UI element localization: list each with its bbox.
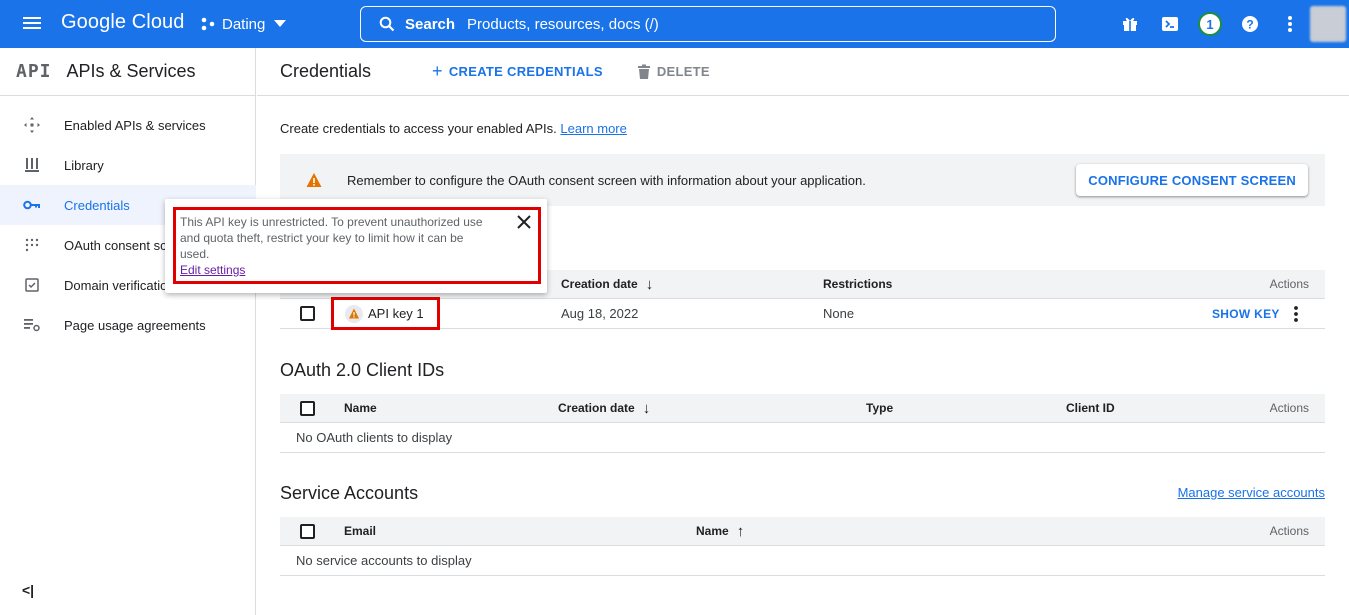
learn-more-link[interactable]: Learn more bbox=[560, 121, 626, 136]
main-content: Credentials + CREATE CREDENTIALS DELETE … bbox=[257, 48, 1349, 615]
column-header-label: Creation date bbox=[561, 277, 638, 291]
caret-down-icon bbox=[274, 20, 287, 27]
plus-icon: + bbox=[432, 61, 443, 81]
main-header: Credentials + CREATE CREDENTIALS DELETE bbox=[257, 48, 1349, 96]
create-credentials-button[interactable]: + CREATE CREDENTIALS bbox=[432, 61, 603, 82]
settings-list-icon bbox=[23, 316, 41, 334]
apps-icon bbox=[23, 116, 41, 134]
manage-service-accounts-link[interactable]: Manage service accounts bbox=[1178, 485, 1325, 500]
service-accounts-title: Service Accounts bbox=[280, 483, 419, 503]
arrow-down-icon: ↓ bbox=[642, 399, 651, 417]
svg-text:?: ? bbox=[1246, 18, 1253, 32]
library-icon bbox=[23, 156, 41, 174]
highlight-api-key bbox=[331, 297, 440, 330]
trash-icon bbox=[637, 64, 650, 79]
column-client-id: Client ID bbox=[1066, 401, 1115, 415]
sidebar-title: APIs & Services bbox=[66, 61, 196, 81]
creation-date-value: Aug 18, 2022 bbox=[561, 306, 639, 321]
top-bar: Google Cloud Dating Search 1 ? bbox=[0, 0, 1349, 48]
api-logo-icon: API bbox=[16, 61, 52, 82]
row-more-icon[interactable] bbox=[1293, 299, 1299, 328]
more-vert-icon[interactable] bbox=[1278, 12, 1302, 36]
show-key-button[interactable]: SHOW KEY bbox=[1212, 299, 1280, 328]
column-actions: Actions bbox=[1269, 401, 1309, 415]
oauth-icon bbox=[23, 236, 41, 254]
help-icon[interactable]: ? bbox=[1238, 12, 1262, 36]
intro-text: Create credentials to access your enable… bbox=[280, 121, 627, 136]
sort-name[interactable]: Name ↑ bbox=[696, 517, 744, 545]
configure-consent-screen-button[interactable]: CONFIGURE CONSENT SCREEN bbox=[1076, 164, 1308, 196]
table-header: Email Name ↑ Actions bbox=[280, 517, 1325, 546]
row-checkbox[interactable] bbox=[300, 306, 315, 321]
sidebar-header: API APIs & Services bbox=[0, 48, 255, 96]
empty-row: No OAuth clients to display bbox=[280, 423, 1325, 453]
cloud-shell-icon[interactable] bbox=[1158, 12, 1182, 36]
sidebar-item-label: Domain verification bbox=[64, 277, 175, 293]
menu-icon[interactable] bbox=[20, 14, 44, 34]
create-credentials-label: CREATE CREDENTIALS bbox=[448, 64, 603, 79]
warning-icon bbox=[306, 173, 322, 187]
service-accounts-table: Email Name ↑ Actions No service accounts… bbox=[280, 517, 1325, 576]
sidebar-item-page-usage[interactable]: Page usage agreements bbox=[0, 305, 256, 345]
search-input[interactable] bbox=[467, 15, 968, 33]
arrow-down-icon: ↓ bbox=[645, 275, 654, 293]
oauth-section-title: OAuth 2.0 Client IDs bbox=[280, 360, 445, 380]
select-all-checkbox[interactable] bbox=[300, 523, 315, 539]
column-restrictions: Restrictions bbox=[823, 277, 893, 291]
delete-button[interactable]: DELETE bbox=[637, 64, 710, 80]
sidebar-item-label: Credentials bbox=[64, 197, 130, 213]
project-name: Dating bbox=[222, 15, 266, 33]
column-type: Type bbox=[866, 401, 894, 415]
empty-message: No OAuth clients to display bbox=[296, 430, 453, 445]
sidebar-item-library[interactable]: Library bbox=[0, 145, 256, 185]
banner-message: Remember to configure the OAuth consent … bbox=[347, 172, 866, 188]
column-name: Name bbox=[344, 401, 377, 415]
highlight-tooltip bbox=[173, 207, 541, 284]
search-label: Search bbox=[405, 15, 456, 33]
project-selector[interactable]: Dating bbox=[200, 13, 287, 35]
google-cloud-logo[interactable]: Google Cloud bbox=[61, 11, 185, 34]
sidebar-item-enabled-apis[interactable]: Enabled APIs & services bbox=[0, 105, 256, 145]
project-dots-icon bbox=[201, 17, 215, 31]
sort-creation-date[interactable]: Creation date ↓ bbox=[558, 394, 650, 422]
avatar[interactable] bbox=[1310, 6, 1346, 42]
column-actions: Actions bbox=[1269, 524, 1309, 538]
select-all-checkbox[interactable] bbox=[300, 400, 315, 416]
restrictions-value: None bbox=[823, 306, 855, 321]
search-bar[interactable]: Search bbox=[360, 6, 1056, 42]
column-actions: Actions bbox=[1269, 277, 1309, 291]
gift-icon[interactable] bbox=[1118, 12, 1142, 36]
notification-badge[interactable]: 1 bbox=[1198, 12, 1222, 36]
intro-message: Create credentials to access your enable… bbox=[280, 121, 557, 136]
column-header-label: Creation date bbox=[558, 401, 635, 415]
table-header: Name Creation date ↓ Type Client ID Acti… bbox=[280, 394, 1325, 423]
column-email: Email bbox=[344, 524, 377, 538]
sidebar-item-label: Library bbox=[64, 157, 104, 173]
collapse-sidebar-button[interactable]: <| bbox=[22, 582, 34, 598]
oauth-table: Name Creation date ↓ Type Client ID Acti… bbox=[280, 394, 1325, 453]
search-icon bbox=[379, 16, 395, 32]
column-header-label: Name bbox=[696, 524, 729, 538]
delete-label: DELETE bbox=[656, 64, 710, 79]
page-title: Credentials bbox=[280, 61, 372, 81]
arrow-up-icon: ↑ bbox=[736, 522, 745, 540]
sidebar-item-label: Page usage agreements bbox=[64, 317, 206, 333]
key-icon bbox=[23, 196, 41, 214]
sort-creation-date[interactable]: Creation date ↓ bbox=[561, 270, 653, 298]
sidebar-item-label: Enabled APIs & services bbox=[64, 117, 206, 133]
empty-message: No service accounts to display bbox=[296, 553, 472, 568]
domain-check-icon bbox=[23, 276, 41, 294]
sidebar: API APIs & Services Enabled APIs & servi… bbox=[0, 48, 256, 615]
empty-row: No service accounts to display bbox=[280, 546, 1325, 576]
